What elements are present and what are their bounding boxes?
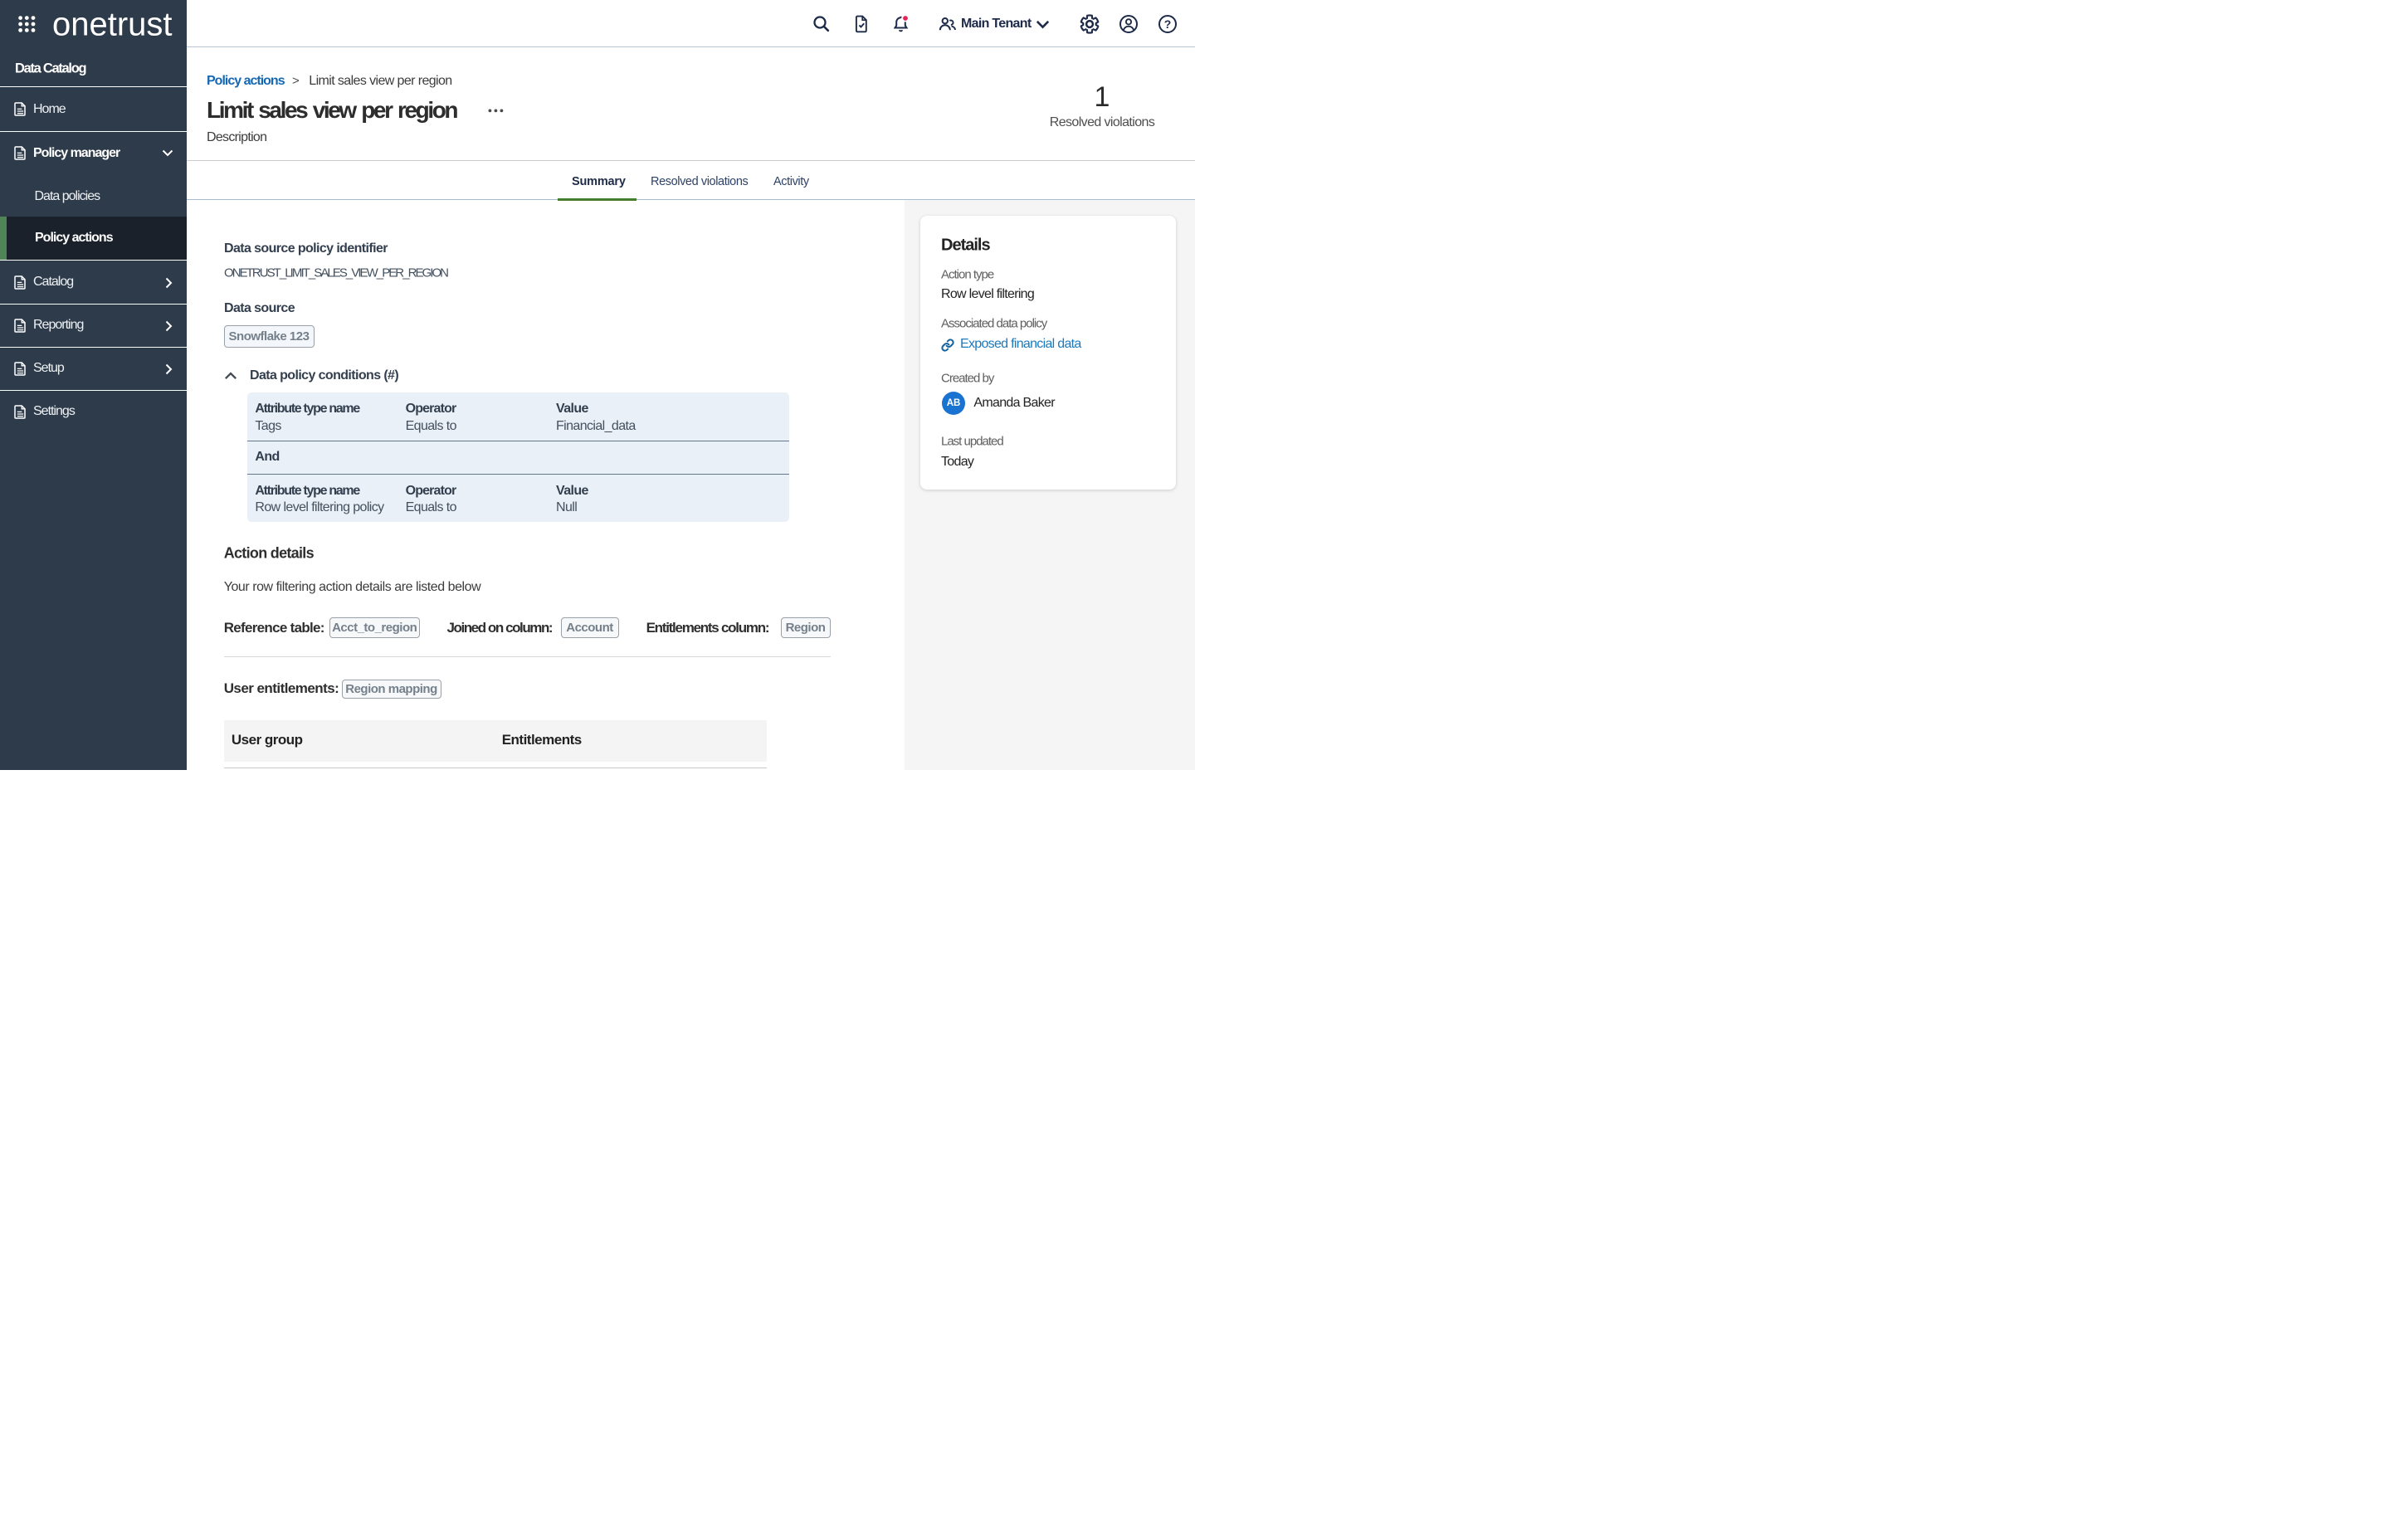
svg-text:?: ? — [1164, 17, 1172, 31]
